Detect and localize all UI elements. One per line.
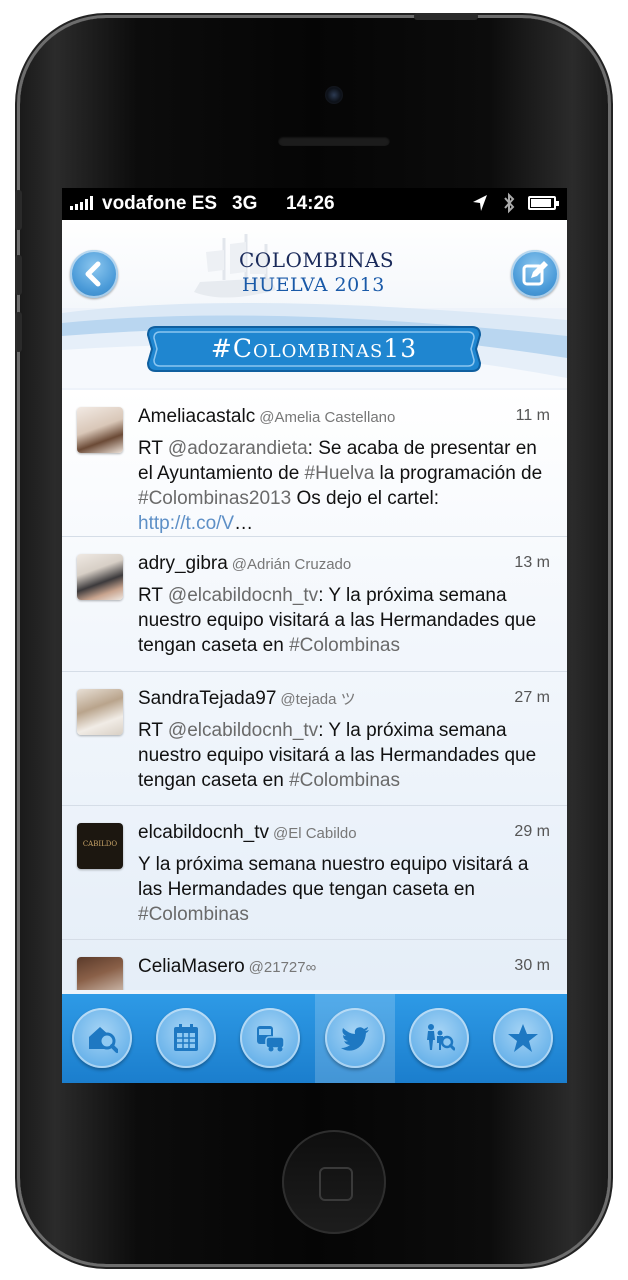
tweet-author[interactable]: adry_gibra @Adrián Cruzado — [138, 553, 351, 575]
house-search-icon — [89, 1027, 118, 1053]
chevron-left-icon — [85, 261, 101, 287]
user-avatar[interactable] — [77, 957, 123, 990]
tweet-handle: @El Cabildo — [272, 825, 357, 842]
tweet-author[interactable]: elcabildocnh_tv @El Cabildo — [138, 822, 357, 844]
tab-favorites-circle — [493, 1008, 553, 1068]
tweet-text-segment: la programación de — [374, 463, 543, 484]
tweet-text-segment: Os dejo el cartel: — [291, 488, 440, 509]
tweet-username: adry_gibra — [138, 553, 228, 574]
mute-switch[interactable] — [15, 190, 22, 230]
carrier-label: vodafone ES — [102, 193, 218, 214]
tweet-item[interactable]: Ameliacastalc @Amelia Castellano 11 m RT … — [62, 390, 567, 537]
tweet-text: Y la próxima semana nuestro equipo visit… — [138, 852, 548, 927]
tweet-text-segment: RT — [138, 720, 168, 741]
hashtag-banner: #Colombinas13 — [146, 325, 482, 373]
tweet-entity[interactable]: @adozarandieta — [168, 438, 308, 459]
tab-search-place[interactable] — [62, 994, 142, 1083]
bus-car-icon — [257, 1026, 285, 1052]
user-avatar[interactable]: CABILDO — [77, 823, 123, 869]
tweet-item[interactable]: CeliaMasero @21727∞ 30 m — [62, 940, 567, 990]
tweet-feed[interactable]: Ameliacastalc @Amelia Castellano 11 m RT … — [62, 390, 567, 990]
twitter-bird-icon — [341, 1027, 369, 1051]
tweet-item[interactable]: SandraTejada97 @tejada ツ 27 m RT @elcabil… — [62, 672, 567, 806]
status-bar: vodafone ES 3G 14:26 — [62, 188, 567, 220]
tweet-username: SandraTejada97 — [138, 688, 277, 709]
network-label: 3G — [232, 193, 258, 214]
tweet-handle: @Amelia Castellano — [259, 409, 396, 426]
tab-favorites[interactable] — [483, 994, 563, 1083]
clock: 14:26 — [286, 193, 335, 214]
tweet-link[interactable]: http://t.co/V — [138, 513, 234, 534]
tweet-text: RT @adozarandieta: Se acaba de presentar… — [138, 436, 548, 536]
tab-kids[interactable] — [399, 994, 479, 1083]
tweet-username: elcabildocnh_tv — [138, 822, 269, 843]
logo-title: COLOMBINAS — [239, 248, 395, 272]
tweet-entity[interactable]: #Colombinas — [138, 904, 249, 925]
tweet-username: Ameliacastalc — [138, 406, 256, 427]
tab-calendar[interactable] — [146, 994, 226, 1083]
tab-calendar-circle — [156, 1008, 216, 1068]
tweet-item[interactable]: adry_gibra @Adrián Cruzado 13 m RT @elcab… — [62, 537, 567, 672]
family-search-icon — [427, 1024, 455, 1051]
calendar-icon — [174, 1024, 198, 1051]
tweet-text-segment: Y la próxima semana nuestro equipo visit… — [138, 854, 529, 900]
front-camera — [325, 86, 343, 104]
tweet-time: 27 m — [514, 689, 550, 706]
power-button[interactable] — [414, 13, 478, 20]
user-avatar[interactable] — [77, 689, 123, 735]
screen: vodafone ES 3G 14:26 COLOMBINAS HUELVA 2… — [62, 188, 567, 1083]
tweet-username: CeliaMasero — [138, 956, 245, 977]
tweet-entity[interactable]: #Colombinas — [289, 770, 400, 791]
app-header: COLOMBINAS HUELVA 2013 — [62, 220, 567, 308]
tweet-handle: @Adrián Cruzado — [231, 556, 352, 573]
tweet-author[interactable]: Ameliacastalc @Amelia Castellano — [138, 406, 395, 428]
tweet-text: RT @elcabildocnh_tv: Y la próxima semana… — [138, 718, 548, 793]
back-button[interactable] — [70, 250, 118, 298]
tweet-time: 30 m — [514, 957, 550, 974]
battery-icon — [528, 196, 559, 210]
tweet-text-segment: … — [234, 513, 254, 534]
tab-twitter[interactable] — [315, 994, 395, 1083]
tab-kids-circle — [409, 1008, 469, 1068]
tweet-handle: @21727∞ — [248, 959, 317, 976]
tweet-text-segment: RT — [138, 438, 168, 459]
tweet-entity[interactable]: #Colombinas — [289, 635, 400, 656]
compose-icon — [522, 261, 548, 286]
volume-up-button[interactable] — [15, 255, 22, 295]
tweet-time: 29 m — [514, 823, 550, 840]
tab-bar — [62, 994, 567, 1083]
tab-transport[interactable] — [230, 994, 310, 1083]
tweet-time: 13 m — [514, 554, 550, 571]
tweet-time: 11 m — [515, 407, 550, 424]
tweet-entity[interactable]: @elcabildocnh_tv — [168, 720, 318, 741]
tab-twitter-circle — [325, 1008, 385, 1068]
avatar-text: CABILDO — [82, 840, 118, 848]
bluetooth-icon — [502, 192, 516, 220]
tweet-entity[interactable]: #Huelva — [305, 463, 375, 484]
tweet-entity[interactable]: #Colombinas2013 — [138, 488, 291, 509]
tab-transport-circle — [240, 1008, 300, 1068]
volume-down-button[interactable] — [15, 312, 22, 352]
logo-subtitle: HUELVA 2013 — [242, 274, 385, 296]
user-avatar[interactable] — [77, 554, 123, 600]
tweet-item[interactable]: CABILDO elcabildocnh_tv @El Cabildo 29 m … — [62, 806, 567, 940]
tab-search-place-circle — [72, 1008, 132, 1068]
hashtag-banner-text: #Colombinas13 — [210, 334, 418, 363]
tweet-entity[interactable]: @elcabildocnh_tv — [168, 585, 318, 606]
tweet-text-segment: RT — [138, 585, 168, 606]
tweet-author[interactable]: CeliaMasero @21727∞ — [138, 956, 316, 978]
home-button[interactable] — [282, 1130, 386, 1234]
tweet-author[interactable]: SandraTejada97 @tejada ツ — [138, 688, 356, 710]
tweet-text: RT @elcabildocnh_tv: Y la próxima semana… — [138, 583, 548, 658]
user-avatar[interactable] — [77, 407, 123, 453]
star-icon — [508, 1024, 538, 1052]
signal-icon — [70, 196, 93, 210]
earpiece-speaker — [278, 136, 390, 146]
compose-button[interactable] — [511, 250, 559, 298]
tweet-handle: @tejada ツ — [280, 691, 356, 708]
location-arrow-icon — [472, 194, 488, 218]
